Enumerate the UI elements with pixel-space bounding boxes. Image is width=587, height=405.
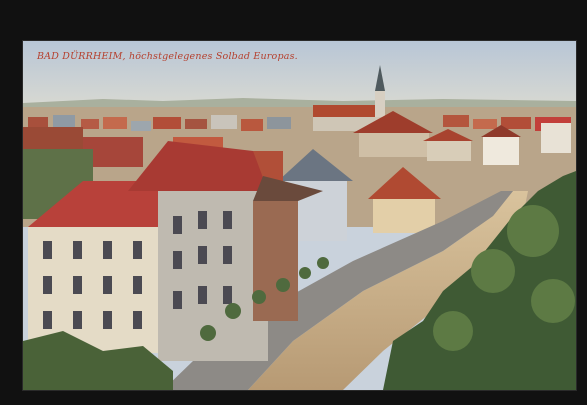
postcard-image: BAD DÜRRHEIM, höchstgelegenes Solbad Eur… [23, 41, 576, 390]
town-panorama-illustration [23, 41, 576, 390]
postcard-caption: BAD DÜRRHEIM, höchstgelegenes Solbad Eur… [37, 51, 298, 62]
